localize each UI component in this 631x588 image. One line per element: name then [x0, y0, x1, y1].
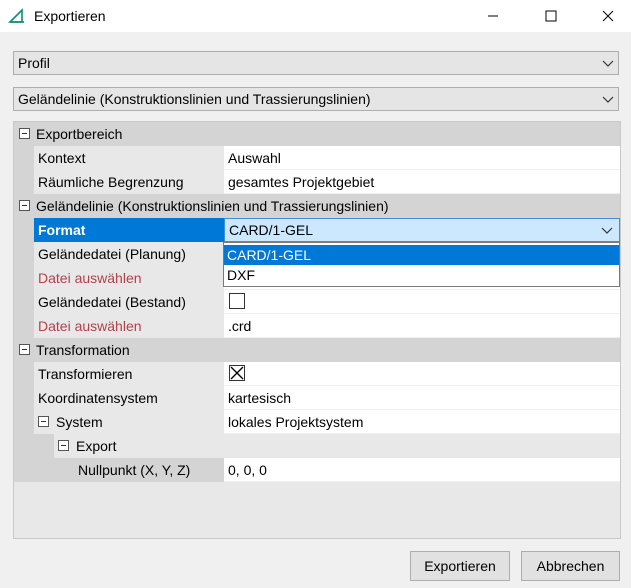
property-row-existing-file[interactable]: Geländedatei (Bestand)	[14, 290, 620, 314]
property-row-format[interactable]: Format CARD/1-GEL	[14, 218, 620, 242]
export-button-label: Exportieren	[424, 558, 496, 574]
property-value[interactable]: Auswahl	[224, 146, 620, 170]
app-icon	[8, 8, 24, 23]
property-value[interactable]: 0, 0, 0	[224, 458, 620, 482]
property-row-system[interactable]: System lokales Projektsystem	[14, 410, 620, 434]
format-select-value: CARD/1-GEL	[229, 222, 314, 238]
property-row-origin[interactable]: Nullpunkt (X, Y, Z) 0, 0, 0	[14, 458, 620, 482]
property-row-context[interactable]: Kontext Auswahl	[14, 146, 620, 170]
dropdown-option-card1[interactable]: CARD/1-GEL	[224, 245, 619, 265]
existing-file-checkbox[interactable]	[229, 293, 245, 309]
property-name: System	[34, 410, 224, 434]
property-value[interactable]: gesamtes Projektgebiet	[224, 170, 620, 194]
property-name: Geländedatei (Bestand)	[34, 290, 224, 314]
cancel-button-label: Abbrechen	[536, 558, 605, 574]
object-combo[interactable]: Geländelinie (Konstruktionslinien und Tr…	[13, 87, 619, 111]
maximize-button[interactable]	[528, 0, 574, 32]
dropdown-option-dxf[interactable]: DXF	[224, 265, 619, 285]
chevron-down-icon[interactable]	[601, 224, 613, 236]
category-export-area[interactable]: Exportbereich	[14, 122, 620, 146]
indent-strip	[14, 218, 34, 242]
property-value[interactable]: lokales Projektsystem	[224, 410, 620, 434]
indent-strip	[14, 458, 74, 482]
property-name: Geländedatei (Planung)	[34, 242, 224, 266]
category-label: Geländelinie (Konstruktionslinien und Tr…	[36, 198, 389, 214]
indent-strip	[14, 386, 34, 410]
property-name: Transformieren	[34, 362, 224, 386]
category-export[interactable]: Export	[14, 434, 620, 458]
profile-combo[interactable]: Profil	[13, 51, 619, 75]
property-row-choose-file-2[interactable]: Datei auswählen .crd	[14, 314, 620, 338]
chevron-down-icon	[602, 96, 614, 103]
cancel-button[interactable]: Abbrechen	[521, 551, 620, 581]
maximize-icon	[545, 10, 557, 22]
collapse-icon[interactable]	[19, 128, 30, 139]
chevron-down-icon	[602, 60, 614, 67]
choose-file-link[interactable]: Datei auswählen	[34, 314, 224, 338]
property-row-transform[interactable]: Transformieren	[14, 362, 620, 386]
indent-strip	[14, 434, 54, 458]
indent-strip	[14, 266, 34, 290]
transform-checkbox[interactable]	[229, 365, 245, 381]
format-select[interactable]: CARD/1-GEL	[224, 218, 620, 242]
property-value[interactable]	[224, 362, 620, 386]
property-value[interactable]: .crd	[224, 314, 620, 338]
category-label: Transformation	[36, 342, 130, 358]
property-name: Koordinatensystem	[34, 386, 224, 410]
export-button[interactable]: Exportieren	[410, 551, 510, 581]
property-name: Nullpunkt (X, Y, Z)	[74, 458, 224, 482]
property-grid: Exportbereich Kontext Auswahl Räumliche …	[13, 121, 621, 539]
indent-strip	[14, 170, 34, 194]
indent-strip	[14, 242, 34, 266]
property-row-spatial[interactable]: Räumliche Begrenzung gesamtes Projektgeb…	[14, 170, 620, 194]
collapse-icon[interactable]	[19, 200, 30, 211]
property-value[interactable]	[224, 290, 620, 314]
collapse-icon[interactable]	[19, 344, 30, 355]
category-label: Exportbereich	[36, 126, 123, 142]
minimize-icon	[488, 15, 498, 17]
indent-strip	[14, 146, 34, 170]
minimize-button[interactable]	[470, 0, 516, 32]
object-combo-value: Geländelinie (Konstruktionslinien und Tr…	[18, 91, 371, 107]
window-title: Exportieren	[34, 8, 106, 24]
property-value[interactable]: kartesisch	[224, 386, 620, 410]
collapse-icon[interactable]	[38, 416, 49, 427]
property-name: Räumliche Begrenzung	[34, 170, 224, 194]
category-transformation[interactable]: Transformation	[14, 338, 620, 362]
close-button[interactable]	[585, 0, 631, 32]
category-terrain-line[interactable]: Geländelinie (Konstruktionslinien und Tr…	[14, 194, 620, 218]
indent-strip	[14, 290, 34, 314]
indent-strip	[14, 314, 34, 338]
collapse-icon[interactable]	[58, 440, 69, 451]
title-bar: Exportieren	[0, 0, 631, 32]
property-row-coordinate-system[interactable]: Koordinatensystem kartesisch	[14, 386, 620, 410]
sub-category-export: Export	[54, 434, 620, 458]
close-icon	[602, 10, 614, 22]
property-name: Kontext	[34, 146, 224, 170]
property-name-selected: Format	[34, 218, 224, 242]
format-dropdown-list: CARD/1-GEL DXF	[223, 242, 620, 287]
indent-strip	[14, 362, 34, 386]
choose-file-link[interactable]: Datei auswählen	[34, 266, 224, 290]
profile-combo-value: Profil	[18, 55, 50, 71]
indent-strip	[14, 410, 34, 434]
checkbox-cross-icon	[230, 366, 244, 380]
